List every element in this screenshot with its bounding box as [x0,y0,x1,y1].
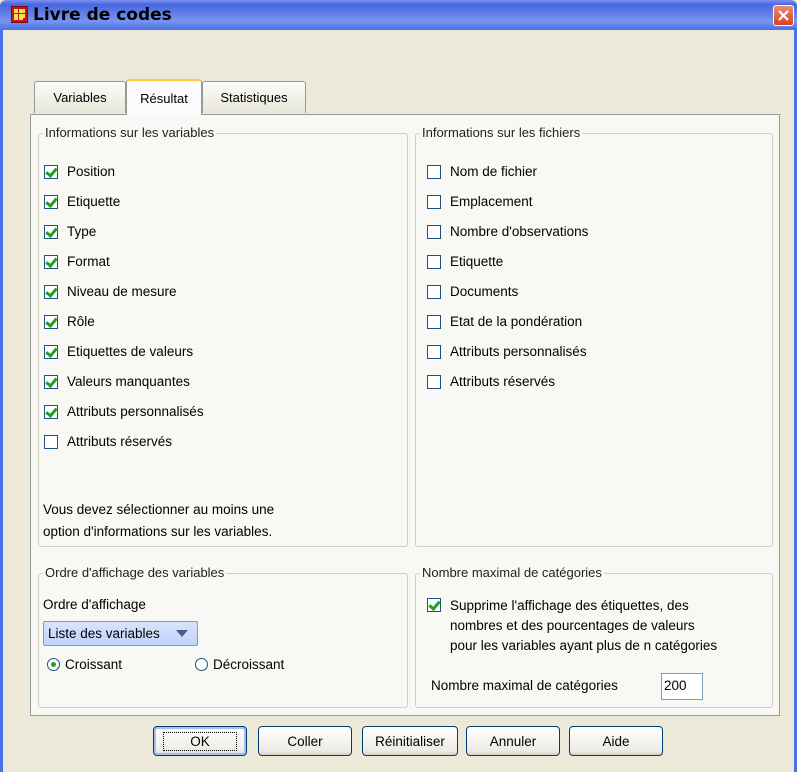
checkbox-documents[interactable]: Documents [427,284,518,299]
checkbox-nom-de-fichier[interactable]: Nom de fichier [427,164,537,179]
checkbox-role[interactable]: Rôle [44,314,95,329]
display-order-legend: Ordre d'affichage des variables [43,565,227,580]
checkbox-etiquettes-de-valeurs[interactable]: Etiquettes de valeurs [44,344,193,359]
checkbox-box[interactable] [427,194,441,209]
window-title: Livre de codes [33,5,172,25]
tab-resultat[interactable]: Résultat [126,79,202,115]
variable-info-note: Vous devez sélectionner au moins une opt… [43,502,275,539]
title-bar[interactable]: Livre de codes [0,0,797,30]
tab-panel-resultat: Informations sur les variables Position … [30,114,780,716]
checkbox-box[interactable] [427,314,441,329]
cancel-button[interactable]: Annuler [466,726,560,756]
display-order-group: Ordre d'affichage des variables Ordre d'… [38,565,408,708]
checkbox-box[interactable] [427,344,441,359]
checkbox-box[interactable] [427,598,441,612]
chevron-down-icon [176,630,188,637]
codebook-dialog: Livre de codes Variables Résultat Statis… [0,0,797,772]
checkbox-box[interactable] [44,404,58,419]
checkbox-file-attributs-reserves[interactable]: Attributs réservés [427,374,555,389]
checkbox-position[interactable]: Position [44,164,115,179]
checkbox-emplacement[interactable]: Emplacement [427,194,533,209]
close-button[interactable] [773,5,794,26]
checkbox-type[interactable]: Type [44,224,96,239]
checkbox-file-etiquette[interactable]: Etiquette [427,254,503,269]
display-order-label: Ordre d'affichage [43,597,146,612]
checkbox-box[interactable] [427,224,441,239]
checkbox-box[interactable] [427,374,441,389]
checkbox-etiquette[interactable]: Etiquette [44,194,120,209]
close-icon [778,10,789,21]
display-order-select[interactable]: Liste des variables [43,621,198,646]
table-grid-icon [11,6,28,23]
tab-statistiques[interactable]: Statistiques [202,81,306,113]
checkbox-suppress-categories[interactable]: Supprime l'affichage des étiquettes, des… [427,596,717,656]
checkbox-valeurs-manquantes[interactable]: Valeurs manquantes [44,374,190,389]
checkbox-box[interactable] [44,254,58,269]
checkbox-format[interactable]: Format [44,254,110,269]
checkbox-box[interactable] [427,164,441,179]
reset-button[interactable]: Réinitialiser [362,726,458,756]
radio-decroissant[interactable]: Décroissant [195,657,284,672]
max-categories-legend: Nombre maximal de catégories [420,565,604,580]
file-info-group: Informations sur les fichiers Nom de fic… [415,125,773,547]
checkbox-box[interactable] [44,164,58,179]
checkbox-box[interactable] [427,254,441,269]
variable-info-group: Informations sur les variables Position … [38,125,408,547]
radio-circle[interactable] [47,658,60,671]
max-categories-group: Nombre maximal de catégories Supprime l'… [415,565,773,708]
paste-button[interactable]: Coller [258,726,352,756]
checkbox-box[interactable] [44,224,58,239]
checkbox-nombre-observations[interactable]: Nombre d'observations [427,224,588,239]
checkbox-niveau-de-mesure[interactable]: Niveau de mesure [44,284,177,299]
tab-variables[interactable]: Variables [34,81,126,113]
checkbox-box[interactable] [44,314,58,329]
checkbox-box[interactable] [44,284,58,299]
checkbox-box[interactable] [44,434,58,449]
checkbox-etat-ponderation[interactable]: Etat de la pondération [427,314,582,329]
checkbox-box[interactable] [44,194,58,209]
checkbox-box[interactable] [44,374,58,389]
checkbox-box[interactable] [427,284,441,299]
checkbox-attributs-personnalises[interactable]: Attributs personnalisés [44,404,204,419]
max-categories-input[interactable]: 200 [661,673,703,700]
variable-info-legend: Informations sur les variables [43,125,217,140]
radio-croissant[interactable]: Croissant [47,657,122,672]
checkbox-attributs-reserves[interactable]: Attributs réservés [44,434,172,449]
checkbox-file-attributs-personnalises[interactable]: Attributs personnalisés [427,344,587,359]
checkbox-box[interactable] [44,344,58,359]
help-button[interactable]: Aide [569,726,663,756]
radio-circle[interactable] [195,658,208,671]
ok-button[interactable]: OK [153,726,247,756]
file-info-legend: Informations sur les fichiers [420,125,583,140]
max-categories-label: Nombre maximal de catégories [431,678,618,693]
